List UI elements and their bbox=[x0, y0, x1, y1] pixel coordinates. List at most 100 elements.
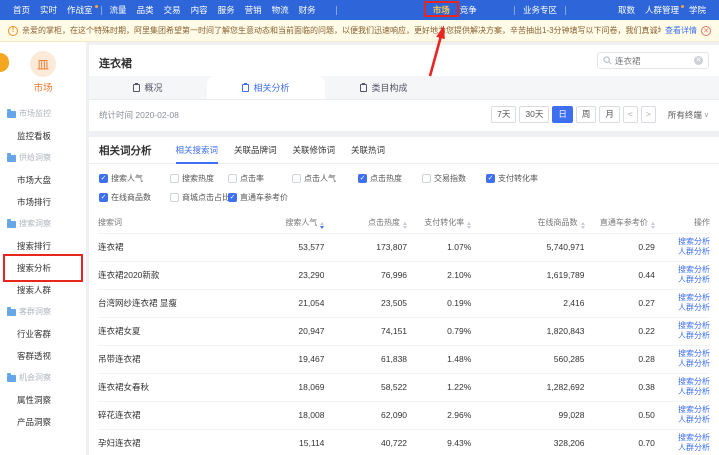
subtab-related-hot-words[interactable]: 关联热词 bbox=[351, 137, 385, 164]
granularity-month-button[interactable]: 月 bbox=[599, 106, 620, 123]
cell-click-hotness: 74,151 bbox=[324, 317, 407, 345]
filter-click-popularity[interactable]: 点击人气 bbox=[292, 173, 358, 184]
next-button[interactable]: > bbox=[641, 106, 656, 123]
stat-time-label: 统计时间 bbox=[99, 109, 133, 121]
filter-click-rate[interactable]: 点击率 bbox=[228, 173, 292, 184]
col-ztc-price[interactable]: 直通车参考价 bbox=[585, 213, 655, 233]
search-analysis-link[interactable]: 搜索分析 bbox=[655, 405, 710, 415]
sidebar-item-customer-perspective[interactable]: 客群透视 bbox=[0, 345, 86, 367]
subtab-related-modifier-words[interactable]: 关联修饰词 bbox=[293, 137, 336, 164]
crowd-analysis-link[interactable]: 人群分析 bbox=[655, 303, 710, 313]
nav-item-category[interactable]: 品类 bbox=[132, 4, 159, 16]
cell-search-popularity: 23,290 bbox=[233, 261, 325, 289]
filter-transaction-index[interactable]: 交易指数 bbox=[422, 173, 486, 184]
col-online-products[interactable]: 在线商品数 bbox=[471, 213, 584, 233]
sidebar-item-market-overview[interactable]: 市场大盘 bbox=[0, 169, 86, 191]
cell-pay-conversion: 2.96% bbox=[407, 401, 471, 429]
tab-related-analysis[interactable]: 相关分析 bbox=[207, 76, 325, 99]
nav-item-academy[interactable]: 学院 bbox=[684, 4, 711, 16]
search-analysis-link[interactable]: 搜索分析 bbox=[655, 237, 710, 247]
nav-item-content[interactable]: 内容 bbox=[186, 4, 213, 16]
filter-mall-click-ratio[interactable]: 商城点击占比 bbox=[170, 192, 228, 203]
filter-pay-conversion[interactable]: 支付转化率 bbox=[486, 173, 538, 184]
search-analysis-link[interactable]: 搜索分析 bbox=[655, 293, 710, 303]
crowd-analysis-link[interactable]: 人群分析 bbox=[655, 387, 710, 397]
nav-item-realtime[interactable]: 实时 bbox=[35, 4, 62, 16]
prev-button[interactable]: < bbox=[623, 106, 638, 123]
sidebar-item-product-insight[interactable]: 产品洞察 bbox=[0, 411, 86, 433]
subtab-related-brand-words[interactable]: 关联品牌词 bbox=[234, 137, 277, 164]
sidebar-item-industry-customer[interactable]: 行业客群 bbox=[0, 323, 86, 345]
granularity-week-button[interactable]: 周 bbox=[576, 106, 597, 123]
sort-icon bbox=[403, 222, 407, 229]
nav-item-market[interactable]: 市场 bbox=[428, 4, 455, 16]
cell-pay-conversion: 1.48% bbox=[407, 345, 471, 373]
folder-icon bbox=[7, 221, 16, 228]
keyword-search-box[interactable]: ✕ bbox=[597, 52, 709, 69]
top-nav: 首页 实时 作战室 流量 品类 交易 内容 服务 营销 物流 财务 市场 竞争 … bbox=[0, 0, 719, 20]
nav-item-service[interactable]: 服务 bbox=[213, 4, 240, 16]
search-analysis-link[interactable]: 搜索分析 bbox=[655, 265, 710, 275]
crowd-analysis-link[interactable]: 人群分析 bbox=[655, 443, 710, 453]
notice-link[interactable]: 查看详情 bbox=[665, 25, 697, 36]
notice-close-icon[interactable]: ✕ bbox=[701, 26, 711, 36]
range-7d-button[interactable]: 7天 bbox=[491, 106, 516, 123]
terminal-dropdown[interactable]: 所有终端∨ bbox=[668, 109, 709, 121]
cell-search-word: 连衣裙 bbox=[98, 233, 233, 261]
sidebar-item-search-rank[interactable]: 搜索排行 bbox=[0, 235, 86, 257]
report-icon bbox=[360, 84, 367, 92]
chevron-down-icon: ∨ bbox=[704, 111, 709, 119]
filter-ztc-price[interactable]: 直通车参考价 bbox=[228, 192, 292, 203]
sidebar-item-market-rank[interactable]: 市场排行 bbox=[0, 191, 86, 213]
cell-pay-conversion: 0.79% bbox=[407, 317, 471, 345]
sidebar-item-search-crowd[interactable]: 搜索人群 bbox=[0, 279, 86, 301]
tab-overview[interactable]: 概况 bbox=[89, 76, 207, 99]
cell-online-products: 328,206 bbox=[471, 429, 584, 455]
nav-item-traffic[interactable]: 流量 bbox=[105, 4, 132, 16]
search-analysis-link[interactable]: 搜索分析 bbox=[655, 433, 710, 443]
cell-search-word: 碎花连衣裙 bbox=[98, 401, 233, 429]
granularity-day-button[interactable]: 日 bbox=[552, 106, 573, 123]
col-search-popularity[interactable]: 搜索人气 bbox=[233, 213, 325, 233]
sidebar-item-search-analysis[interactable]: 搜索分析 bbox=[0, 257, 86, 279]
nav-item-finance[interactable]: 财务 bbox=[294, 4, 321, 16]
crowd-analysis-link[interactable]: 人群分析 bbox=[655, 331, 710, 341]
nav-item-data-fetch[interactable]: 取数 bbox=[613, 4, 640, 16]
sidebar-item-attribute-insight[interactable]: 属性洞察 bbox=[0, 389, 86, 411]
search-analysis-link[interactable]: 搜索分析 bbox=[655, 349, 710, 359]
clear-icon[interactable]: ✕ bbox=[694, 56, 703, 65]
nav-item-trade[interactable]: 交易 bbox=[159, 4, 186, 16]
search-analysis-link[interactable]: 搜索分析 bbox=[655, 321, 710, 331]
cell-click-hotness: 61,838 bbox=[324, 345, 407, 373]
crowd-analysis-link[interactable]: 人群分析 bbox=[655, 359, 710, 369]
floating-widget[interactable] bbox=[0, 53, 9, 72]
crowd-analysis-link[interactable]: 人群分析 bbox=[655, 247, 710, 257]
col-click-hotness[interactable]: 点击热度 bbox=[324, 213, 407, 233]
main-content: 连衣裙 ✕ 概况 相关分析 类目构成 统计时间 2020-02-08 7天 30… bbox=[89, 42, 719, 455]
sidebar: 皿 市场 市场监控 监控看板 供给洞察 市场大盘 市场排行 搜索洞察 搜索排行 … bbox=[0, 42, 86, 455]
nav-item-war-room[interactable]: 作战室 bbox=[62, 4, 98, 16]
nav-item-crowd-management[interactable]: 人群管理 bbox=[640, 4, 684, 16]
filter-click-hotness[interactable]: 点击热度 bbox=[358, 173, 422, 184]
nav-item-home[interactable]: 首页 bbox=[8, 4, 35, 16]
filter-search-popularity[interactable]: 搜索人气 bbox=[99, 173, 170, 184]
crowd-analysis-link[interactable]: 人群分析 bbox=[655, 275, 710, 285]
tab-category-composition[interactable]: 类目构成 bbox=[325, 76, 443, 99]
cell-click-hotness: 62,090 bbox=[324, 401, 407, 429]
search-input[interactable] bbox=[615, 56, 691, 66]
checkbox-icon bbox=[358, 174, 367, 183]
cell-ztc-price: 0.44 bbox=[585, 261, 655, 289]
nav-item-logistics[interactable]: 物流 bbox=[267, 4, 294, 16]
nav-item-competition[interactable]: 竞争 bbox=[455, 4, 482, 16]
filter-online-products[interactable]: 在线商品数 bbox=[99, 192, 170, 203]
range-30d-button[interactable]: 30天 bbox=[519, 106, 549, 123]
col-pay-conversion[interactable]: 支付转化率 bbox=[407, 213, 471, 233]
crowd-analysis-link[interactable]: 人群分析 bbox=[655, 415, 710, 425]
nav-item-business-zone[interactable]: 业务专区 bbox=[518, 4, 562, 16]
search-analysis-link[interactable]: 搜索分析 bbox=[655, 377, 710, 387]
alert-icon: ! bbox=[8, 26, 18, 36]
subtab-related-search-words[interactable]: 相关搜索词 bbox=[176, 137, 219, 164]
nav-item-marketing[interactable]: 营销 bbox=[240, 4, 267, 16]
filter-search-hotness[interactable]: 搜索热度 bbox=[170, 173, 228, 184]
sidebar-item-monitor-board[interactable]: 监控看板 bbox=[0, 125, 86, 147]
